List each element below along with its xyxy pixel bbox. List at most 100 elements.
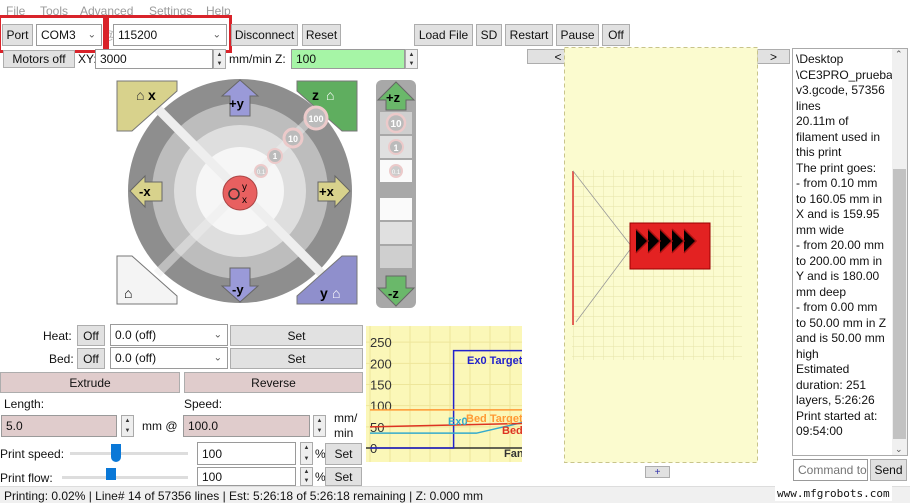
step-10-label: 10 (288, 134, 298, 144)
series-label: Ex0 (448, 416, 468, 428)
minus-z-label: -z (388, 286, 399, 301)
reverse-button[interactable]: Reverse (184, 372, 363, 393)
bed-select[interactable]: 0.0 (off) ⌄ (110, 347, 228, 369)
command-input[interactable] (793, 459, 868, 481)
xy-spinner[interactable]: ▲▼ (213, 49, 226, 69)
extrude-speed-input[interactable]: 100.0 (183, 415, 310, 437)
bed-off-button[interactable]: Off (77, 348, 105, 369)
z-step-neg-1[interactable] (380, 222, 412, 244)
z-step-neg-10[interactable] (380, 246, 412, 268)
temperature-graph: 300250200150100500Ex0 TargetEx0Bed Targe… (366, 326, 522, 462)
log-scrollbar[interactable]: ⌃ ⌄ (892, 49, 907, 455)
mmmin-z-label: mm/min Z: (229, 52, 286, 66)
log-line: duration: 251 (796, 378, 893, 394)
print-speed-spinner[interactable]: ▲▼ (300, 442, 313, 465)
log-line: - from 20.00 mm (796, 238, 893, 254)
print-speed-label: Print speed: (0, 447, 64, 461)
step-1-label: 1 (273, 152, 278, 161)
length-input[interactable]: 5.0 (1, 415, 117, 437)
plus-x-label: +x (319, 184, 335, 199)
chevron-down-icon: ⌄ (214, 330, 222, 341)
log-line: Estimated (796, 362, 893, 378)
home-icon: ⌂ (332, 285, 340, 301)
scroll-thumb[interactable] (893, 169, 906, 439)
jog-control[interactable]: ⌂ x z ⌂ ⌂ y ⌂ +y -y -x +x 100 10 1 0.1 y… (112, 76, 422, 316)
z-spinner[interactable]: ▲▼ (405, 49, 418, 69)
length-label: Length: (4, 397, 44, 411)
status-bar: Printing: 0.02% | Line# 14 of 57356 line… (0, 486, 910, 503)
log-line: layers, 5:26:26 (796, 393, 893, 409)
log-line: 20.11m of (796, 114, 893, 130)
log-line: mm wide (796, 223, 893, 239)
zoom-in-button[interactable]: + (645, 466, 670, 478)
bed-set-button[interactable]: Set (230, 348, 363, 369)
home-z-label: z (312, 87, 319, 103)
speed-label: Speed: (184, 397, 222, 411)
step-01-label: 0.1 (257, 170, 266, 176)
scroll-up-icon[interactable]: ⌃ (895, 49, 903, 60)
log-line: lines (796, 99, 893, 115)
heat-select[interactable]: 0.0 (off) ⌄ (110, 324, 228, 346)
log-line: and is 50.00 mm (796, 331, 893, 347)
center-y-label: y (242, 182, 247, 193)
y-tick-label: 250 (370, 335, 392, 350)
home-y-label: y (320, 285, 328, 301)
disconnect-button[interactable]: Disconnect (231, 24, 298, 46)
print-flow-spinner[interactable]: ▲▼ (300, 467, 313, 486)
log-text: \Desktop\CE3PRO_pruebav3.gcode, 57356lin… (793, 49, 893, 440)
series-label: Bed (502, 425, 522, 437)
off-button[interactable]: Off (602, 24, 630, 46)
minus-y-label: -y (232, 282, 244, 297)
z-step-1-label: 1 (393, 143, 398, 153)
z-speed-input[interactable]: 100 (291, 49, 405, 69)
highlight-box (106, 15, 232, 53)
print-preview[interactable] (564, 47, 758, 463)
log-line: Print started at: (796, 409, 893, 425)
log-line: \Desktop (796, 52, 893, 68)
slider-thumb[interactable] (111, 444, 121, 462)
mm-at-label: mm @ (142, 419, 178, 433)
length-spinner[interactable]: ▲▼ (121, 415, 134, 437)
log-line: to 50.00 mm in Z (796, 316, 893, 332)
load-file-button[interactable]: Load File (414, 24, 473, 46)
heat-set-button[interactable]: Set (230, 325, 363, 346)
print-flow-set-button[interactable]: Set (325, 467, 362, 486)
center-button[interactable] (223, 176, 257, 210)
heat-off-button[interactable]: Off (77, 325, 105, 346)
print-flow-slider[interactable] (62, 476, 188, 479)
print-flow-input[interactable]: 100 (197, 467, 296, 486)
print-speed-input[interactable]: 100 (197, 442, 296, 465)
slider-thumb[interactable] (106, 468, 116, 480)
watermark: www.mfgrobots.com (775, 486, 892, 501)
log-line: to 160.05 mm in (796, 192, 893, 208)
plus-z-label: +z (386, 90, 401, 105)
extrude-button[interactable]: Extrude (0, 372, 180, 393)
log-line: - from 0.10 mm (796, 176, 893, 192)
bed-value: 0.0 (off) (115, 351, 156, 365)
motors-off-button[interactable]: Motors off (3, 50, 75, 68)
log-line: \CE3PRO_prueba (796, 68, 893, 84)
print-speed-set-button[interactable]: Set (325, 443, 362, 465)
log-line: filament used in (796, 130, 893, 146)
step-100-label: 100 (308, 114, 323, 124)
z-step-10-label: 10 (390, 119, 402, 130)
z-step-neg-01[interactable] (380, 198, 412, 220)
log-line: The print goes: (796, 161, 893, 177)
extrude-speed-spinner[interactable]: ▲▼ (313, 415, 326, 437)
highlight-box (0, 15, 106, 53)
heat-value: 0.0 (off) (115, 328, 156, 342)
home-x-label: x (148, 87, 156, 103)
log-line: X and is 159.95 (796, 207, 893, 223)
next-layer-button[interactable]: > (757, 49, 790, 64)
series-label: Ex0 Target (467, 355, 522, 367)
speed-unit-label: mm/ min (334, 411, 357, 441)
xy-speed-input[interactable]: 3000 (95, 49, 213, 69)
scroll-down-icon[interactable]: ⌄ (895, 444, 903, 455)
pause-button[interactable]: Pause (556, 24, 599, 46)
send-button[interactable]: Send (870, 459, 907, 481)
sd-button[interactable]: SD (476, 24, 502, 46)
reset-button[interactable]: Reset (302, 24, 341, 46)
print-speed-slider[interactable] (70, 452, 188, 455)
restart-button[interactable]: Restart (505, 24, 553, 46)
chevron-down-icon: ⌄ (214, 353, 222, 364)
